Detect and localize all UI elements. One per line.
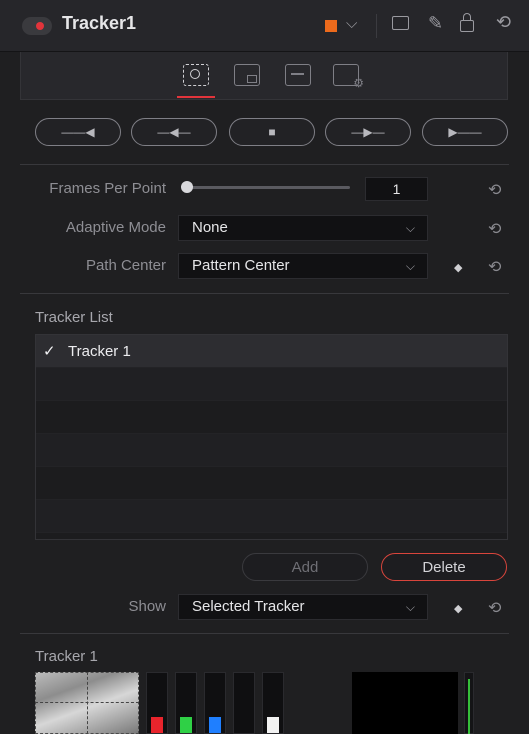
reset-icon[interactable]: ⟲ [488, 598, 501, 618]
delete-tracker-button[interactable]: Delete [381, 553, 507, 581]
tracker-item-label: Tracker 1 [68, 343, 131, 360]
adaptive-mode-select[interactable]: None ⌵ [178, 215, 428, 241]
keyframe-diamond-icon[interactable]: ◆ [454, 602, 462, 615]
active-tab-indicator [177, 96, 215, 98]
tool-color-swatch[interactable] [325, 20, 337, 32]
checkbox-check-icon[interactable]: ✓ [43, 342, 56, 360]
operation-tab-icon[interactable] [234, 64, 260, 86]
adaptive-mode-value: None [192, 219, 228, 236]
tracker-tab-icon[interactable] [183, 64, 209, 86]
tracker-section-title: Tracker 1 [35, 648, 98, 665]
track-forward-from-start-button[interactable]: ▶—— [422, 118, 508, 146]
path-center-label: Path Center [85, 257, 166, 274]
chevron-down-icon: ⌵ [405, 600, 415, 614]
list-item[interactable]: ✓ Tracker 1 [36, 335, 507, 368]
list-item-empty [36, 467, 507, 500]
list-item-empty [36, 533, 507, 539]
pin-icon[interactable]: ✎ [428, 13, 443, 34]
reset-icon[interactable]: ⟲ [488, 180, 501, 200]
section-divider [20, 164, 509, 165]
section-divider [20, 633, 509, 634]
frames-per-point-slider-knob[interactable] [181, 181, 193, 193]
keyframe-diamond-icon[interactable]: ◆ [454, 261, 462, 274]
header-separator [376, 14, 377, 38]
frames-per-point-label: Frames Per Point [49, 180, 166, 197]
adaptive-mode-label: Adaptive Mode [65, 219, 166, 236]
reset-icon[interactable]: ⟲ [488, 219, 501, 239]
toggle-dot [36, 22, 44, 30]
list-item-empty [36, 401, 507, 434]
tool-tab-strip [20, 52, 508, 100]
list-item-empty [36, 368, 507, 401]
show-label: Show [128, 598, 166, 615]
show-value: Selected Tracker [192, 598, 305, 615]
green-channel-swatch[interactable] [175, 672, 197, 734]
tool-enable-toggle[interactable] [22, 17, 52, 35]
lock-icon[interactable] [460, 20, 474, 32]
blue-channel-swatch[interactable] [204, 672, 226, 734]
track-forward-button[interactable]: —▶— [325, 118, 411, 146]
tracking-confidence-bar [464, 672, 474, 734]
reset-icon[interactable]: ⟲ [496, 12, 511, 33]
track-reverse-from-end-button[interactable]: ——◀ [35, 118, 121, 146]
reset-icon[interactable]: ⟲ [488, 257, 501, 277]
chevron-down-icon[interactable]: ⌵ [346, 15, 357, 32]
path-center-select[interactable]: Pattern Center ⌵ [178, 253, 428, 279]
match-preview-swatch [352, 672, 458, 734]
frames-per-point-input[interactable]: 1 [365, 177, 428, 201]
tool-title: Tracker1 [62, 13, 137, 33]
list-item-empty [36, 500, 507, 533]
settings-tab-icon[interactable]: ⚙ [333, 64, 364, 90]
alpha-channel-swatch[interactable] [233, 672, 255, 734]
pattern-preview-image [35, 672, 139, 734]
frames-per-point-slider[interactable] [188, 186, 350, 189]
stop-tracking-button[interactable]: ■ [229, 118, 315, 146]
tracker-list[interactable]: ✓ Tracker 1 [35, 334, 508, 540]
add-tracker-button[interactable]: Add [242, 553, 368, 581]
display-tab-icon[interactable] [285, 64, 311, 86]
list-item-empty [36, 434, 507, 467]
window-icon[interactable] [392, 16, 409, 30]
chevron-down-icon: ⌵ [405, 221, 415, 235]
track-reverse-button[interactable]: —◀— [131, 118, 217, 146]
show-select[interactable]: Selected Tracker ⌵ [178, 594, 428, 620]
section-divider [20, 293, 509, 294]
chevron-down-icon: ⌵ [405, 259, 415, 273]
luma-channel-swatch[interactable] [262, 672, 284, 734]
lock-shackle [463, 13, 471, 21]
path-center-value: Pattern Center [192, 257, 290, 274]
tracker-list-title: Tracker List [35, 309, 113, 326]
red-channel-swatch[interactable] [146, 672, 168, 734]
